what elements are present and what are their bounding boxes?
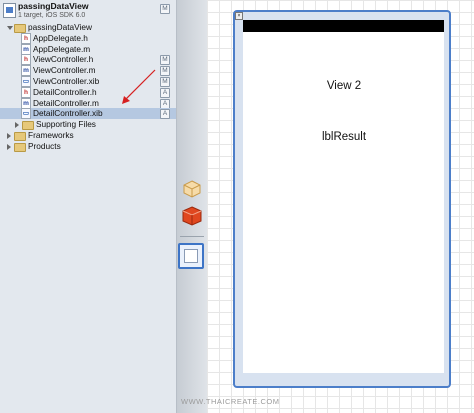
- scm-status-badge: M: [160, 4, 170, 14]
- navigator-file-row[interactable]: m DetailController.m A: [0, 97, 176, 109]
- navigator-group-row[interactable]: passingDataView: [0, 22, 176, 33]
- navigator-item-label: ViewController.h: [33, 54, 94, 65]
- navigator-group-row[interactable]: Frameworks: [0, 130, 176, 141]
- navigator-file-row[interactable]: h DetailController.h A: [0, 86, 176, 98]
- disclosure-closed-icon[interactable]: [15, 122, 19, 129]
- header-file-icon: h: [21, 54, 31, 66]
- source-file-icon: m: [21, 43, 31, 55]
- scm-status-badge: M: [160, 77, 170, 87]
- object-cube-icon[interactable]: [183, 180, 201, 198]
- library-divider: [180, 236, 204, 237]
- navigator-item-label: AppDelegate.m: [33, 43, 91, 54]
- disclosure-closed-icon[interactable]: [7, 143, 11, 150]
- navigator-file-row[interactable]: ▭ DetailController.xib A: [0, 108, 176, 120]
- disclosure-open-icon[interactable]: [7, 26, 13, 30]
- watermark: WWW.THAICREATE.COM: [181, 397, 280, 406]
- project-icon: [3, 3, 16, 18]
- scm-status-badge: A: [160, 87, 170, 98]
- lbl-result-label[interactable]: lblResult: [296, 131, 392, 143]
- scm-status-badge: M: [160, 66, 170, 77]
- navigator-file-row[interactable]: h AppDelegate.h: [0, 32, 176, 44]
- navigator-item-label: Products: [28, 140, 61, 151]
- close-icon[interactable]: ×: [235, 12, 243, 20]
- navigator-file-row[interactable]: ▭ ViewController.xib M: [0, 76, 176, 87]
- header-file-icon: h: [21, 86, 31, 98]
- navigator-group-row[interactable]: Supporting Files: [0, 119, 176, 131]
- navigator-item-label: DetailController.xib: [33, 108, 103, 119]
- navigator-file-row[interactable]: m AppDelegate.m: [0, 43, 176, 55]
- navigator-item-label: Supporting Files: [36, 119, 96, 130]
- navigator-item-label: passingDataView: [28, 22, 92, 32]
- view-title-label[interactable]: View 2: [296, 80, 392, 92]
- folder-icon: [22, 121, 34, 131]
- source-file-icon: m: [21, 97, 31, 109]
- header-file-icon: h: [21, 32, 31, 44]
- navigator-item-label: AppDelegate.h: [33, 32, 88, 43]
- navigator-item-label: ViewController.m: [33, 65, 96, 76]
- red-cube-icon[interactable]: [182, 206, 202, 226]
- simulated-status-bar: [243, 20, 444, 32]
- project-subtitle: 1 target, iOS SDK 6.0: [18, 12, 86, 19]
- disclosure-closed-icon[interactable]: [7, 133, 11, 139]
- scm-status-badge: M: [160, 55, 170, 66]
- navigator-item-label: ViewController.xib: [33, 76, 100, 86]
- scm-status-badge: A: [160, 109, 170, 120]
- navigator-item-label: Frameworks: [28, 130, 74, 140]
- navigator-item-label: DetailController.m: [33, 97, 99, 108]
- project-navigator: passingDataView 1 target, iOS SDK 6.0 M …: [0, 0, 177, 413]
- folder-icon: [14, 132, 26, 141]
- navigator-file-row[interactable]: m ViewController.m M: [0, 65, 176, 77]
- navigator-file-row[interactable]: h ViewController.h M: [0, 54, 176, 66]
- xib-file-icon: ▭: [21, 108, 31, 120]
- navigator-item-label: DetailController.h: [33, 86, 97, 97]
- view-object-icon[interactable]: [178, 243, 204, 269]
- folder-icon: [14, 24, 26, 33]
- navigator-group-row[interactable]: Products: [0, 141, 176, 152]
- source-file-icon: m: [21, 65, 31, 77]
- folder-icon: [14, 142, 26, 152]
- project-row[interactable]: passingDataView 1 target, iOS SDK 6.0 M: [0, 0, 176, 21]
- scm-status-badge: A: [160, 98, 170, 109]
- xib-file-icon: ▭: [21, 76, 31, 87]
